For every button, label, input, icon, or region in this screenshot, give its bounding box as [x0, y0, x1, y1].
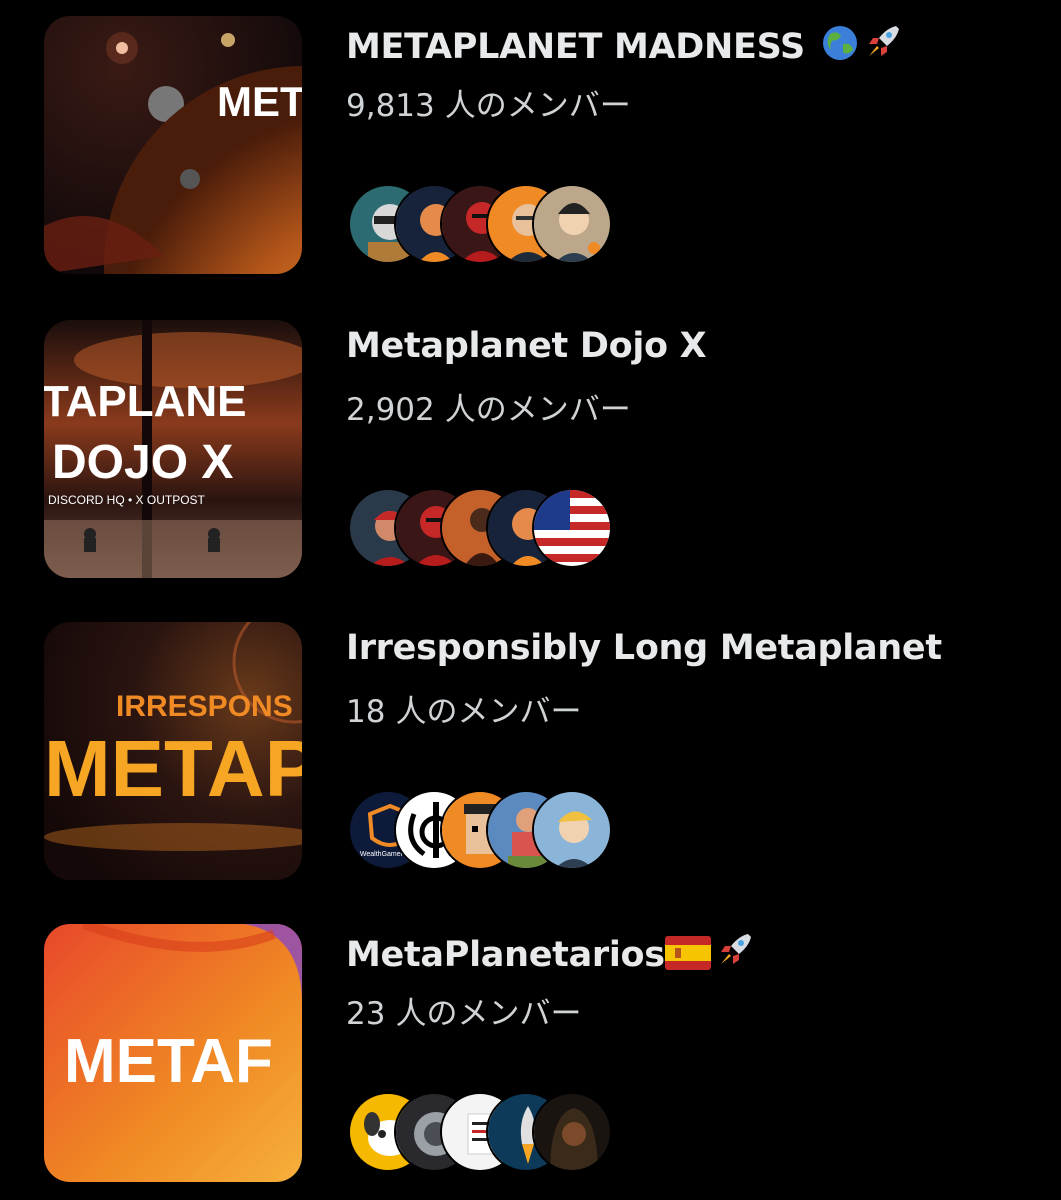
blond-man-avatar	[532, 790, 612, 870]
hooded-man-avatar	[532, 1092, 612, 1172]
rocket-emoji	[715, 930, 755, 979]
member-count: 23 人のメンバー	[346, 996, 582, 1032]
community-item[interactable]: IRRESPONS METAP Irresponsibly Long Metap…	[0, 622, 1061, 884]
community-thumbnail: IRRESPONS METAP	[44, 622, 302, 880]
anime-man-avatar	[532, 184, 612, 264]
community-item[interactable]: METAF MetaPlanetarios 23 人のメンバー	[0, 924, 1061, 1186]
us-flag-avatar	[532, 488, 612, 568]
member-count: 2,902 人のメンバー	[346, 392, 631, 428]
member-count: 18 人のメンバー	[346, 694, 582, 730]
community-thumbnail: TAPLANE DOJO X DISCORD HQ • X OUTPOST	[44, 320, 302, 578]
svg-text:METAF: METAF	[64, 1027, 273, 1096]
community-item[interactable]: MET METAPLANET MADNESS 9,813 人のメンバー	[0, 16, 1061, 278]
svg-text:IRRESPONS: IRRESPONS	[116, 690, 293, 723]
community-name[interactable]: Metaplanet Dojo X	[346, 326, 707, 366]
community-name[interactable]: METAPLANET MADNESS	[346, 22, 903, 71]
community-name[interactable]: Irresponsibly Long Metaplanet	[346, 628, 942, 668]
svg-text:DOJO X: DOJO X	[52, 436, 233, 489]
rocket-emoji	[863, 22, 903, 71]
globe-emoji	[821, 24, 859, 71]
community-thumbnail: METAF	[44, 924, 302, 1182]
svg-text:METAP: METAP	[44, 724, 302, 813]
community-item[interactable]: TAPLANE DOJO X DISCORD HQ • X OUTPOST Me…	[0, 320, 1061, 582]
spain-flag-emoji	[664, 936, 711, 979]
svg-text:DISCORD HQ • X OUTPOST: DISCORD HQ • X OUTPOST	[48, 493, 206, 507]
thumbnail-text: MET	[217, 78, 302, 125]
member-count: 9,813 人のメンバー	[346, 88, 631, 124]
community-name[interactable]: MetaPlanetarios	[346, 930, 755, 979]
community-list: MET METAPLANET MADNESS 9,813 人のメンバー TAPL…	[0, 0, 1061, 1200]
svg-text:TAPLANE: TAPLANE	[44, 377, 247, 426]
community-thumbnail: MET	[44, 16, 302, 274]
